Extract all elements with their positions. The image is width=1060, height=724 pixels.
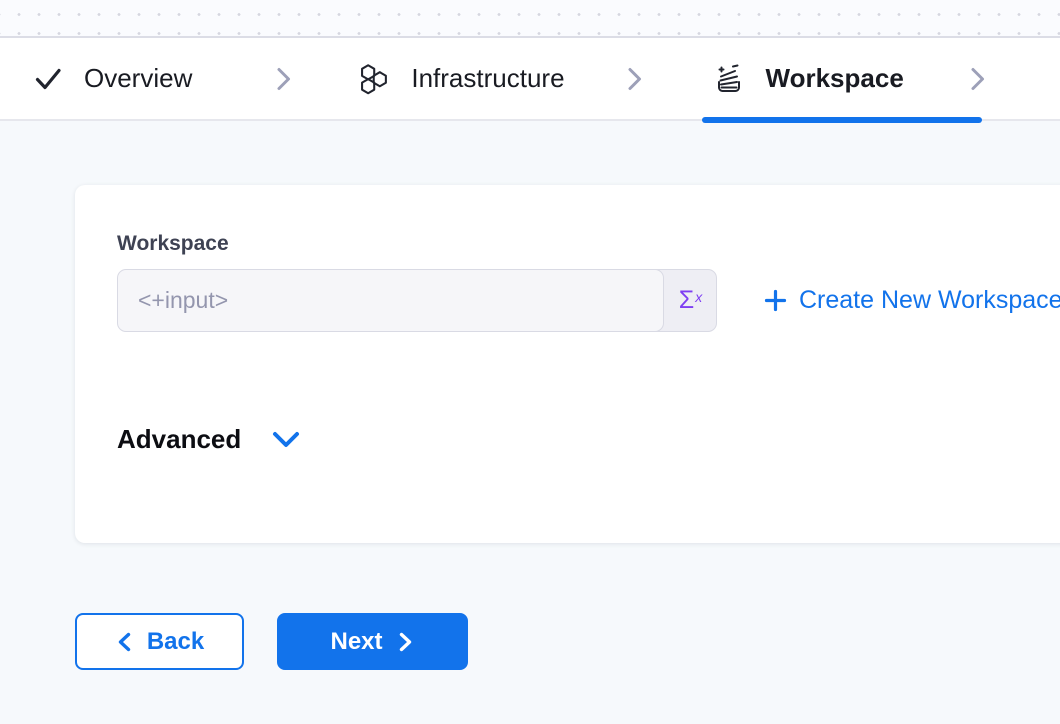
step-label: Overview [84, 63, 192, 94]
workspace-form-card: Workspace Σx Create New Workspace Advanc… [75, 185, 1060, 543]
check-icon [33, 64, 63, 94]
step-label: Workspace [766, 63, 904, 94]
hexagons-icon [356, 62, 390, 96]
advanced-toggle[interactable]: Advanced [117, 424, 1060, 455]
sigma-icon: Σ [679, 286, 694, 315]
next-button[interactable]: Next [277, 613, 468, 670]
chevron-right-separator-icon [966, 65, 990, 93]
formula-sigma-button[interactable]: Σx [664, 270, 716, 331]
chevron-right-separator-icon [623, 65, 647, 93]
stack-icon [713, 63, 745, 95]
create-link-label: Create New Workspace [799, 286, 1060, 315]
chevron-right-icon [397, 630, 415, 654]
workspace-input-group: Σx [117, 269, 717, 332]
active-step-underline [702, 117, 982, 123]
wizard-stepper: Overview Infrastructure [0, 38, 1060, 121]
workspace-input[interactable] [117, 269, 664, 332]
step-workspace[interactable]: Workspace [713, 63, 904, 95]
chevron-left-icon [115, 630, 133, 654]
step-overview[interactable]: Overview [33, 63, 192, 94]
chevron-down-icon [271, 429, 301, 451]
step-label: Infrastructure [411, 63, 564, 94]
workspace-field-label: Workspace [117, 232, 1060, 256]
chevron-right-separator-icon [272, 65, 296, 93]
advanced-label: Advanced [117, 424, 241, 455]
plus-icon [763, 288, 788, 313]
step-infrastructure[interactable]: Infrastructure [356, 62, 564, 96]
dotted-background-strip [0, 0, 1060, 38]
back-button[interactable]: Back [75, 613, 244, 670]
create-new-workspace-link[interactable]: Create New Workspace [763, 286, 1060, 315]
